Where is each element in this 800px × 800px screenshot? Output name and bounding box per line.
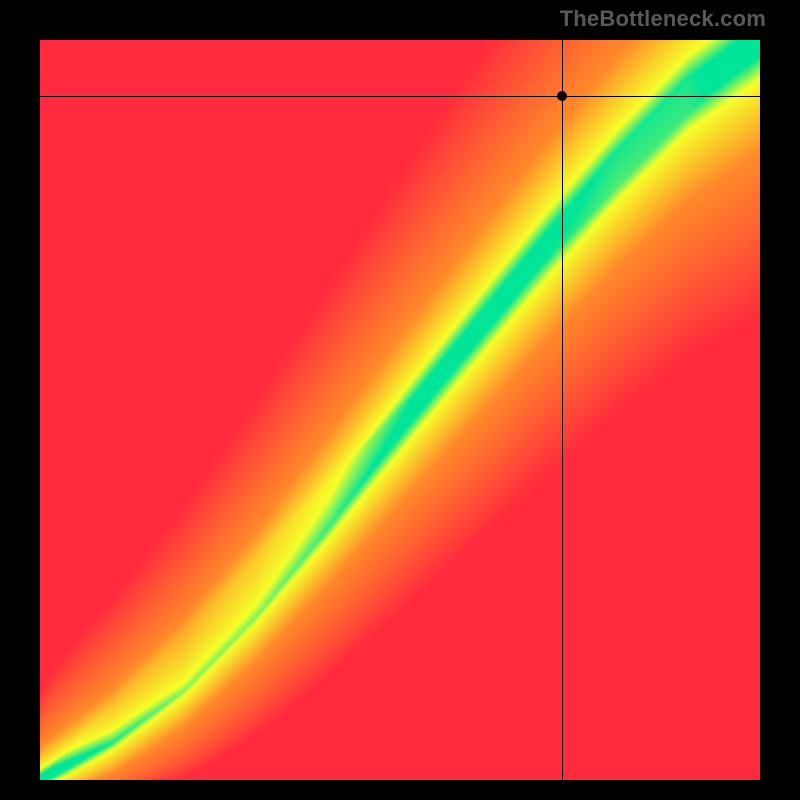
chart-frame: TheBottleneck.com <box>0 0 800 800</box>
marker-dot <box>557 91 567 101</box>
crosshair-horizontal <box>40 96 760 97</box>
watermark-text: TheBottleneck.com <box>560 6 766 32</box>
bottleneck-heatmap <box>40 40 760 780</box>
crosshair-vertical <box>562 40 563 780</box>
